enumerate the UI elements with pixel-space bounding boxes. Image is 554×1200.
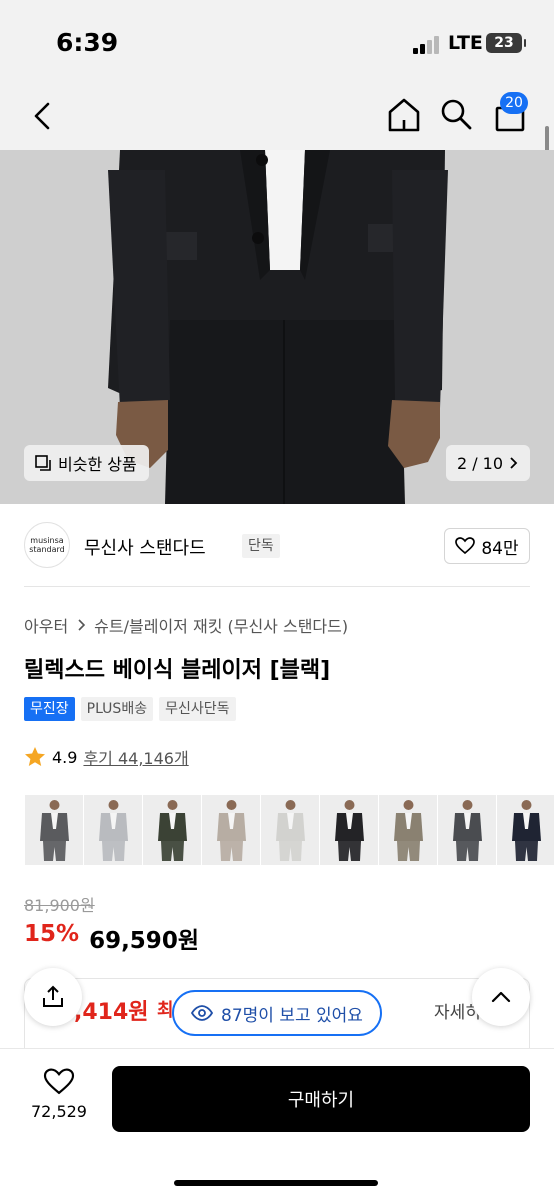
home-icon[interactable]: [384, 94, 424, 134]
similar-products-label: 비슷한 상품: [58, 455, 137, 474]
benefit-price-suffix: 최: [157, 1000, 174, 1021]
product-like-button[interactable]: 72,529: [26, 1068, 92, 1121]
color-option-thumb[interactable]: [378, 795, 438, 865]
sale-price: 69,590원: [89, 928, 199, 954]
brand-logo-line2: standard: [29, 545, 65, 554]
color-option-thumb[interactable]: [83, 795, 143, 865]
status-bar: 6:39 LTE 23: [0, 0, 554, 88]
benefit-price: ,414원: [74, 1000, 149, 1025]
color-option-thumb[interactable]: [24, 795, 84, 865]
copy-icon: [35, 455, 51, 471]
pager-label: 2 / 10: [456, 453, 504, 473]
divider: [24, 586, 530, 587]
breadcrumb-category[interactable]: 아우터: [24, 613, 68, 637]
breadcrumb: 아우터 슈트/블레이저 재킷 (무신사 스탠다드): [24, 613, 348, 637]
rating-row: 4.9 후기 44,146개: [24, 745, 189, 769]
original-price: 81,900원: [24, 896, 95, 915]
battery-icon: 23: [486, 33, 526, 53]
color-option-thumb[interactable]: [437, 795, 497, 865]
color-option-thumb[interactable]: [142, 795, 202, 865]
share-button[interactable]: [24, 968, 82, 1026]
home-indicator: [174, 1180, 378, 1186]
brand-like-count: 84만: [481, 538, 519, 559]
heart-icon: [455, 537, 476, 555]
chevron-left-icon[interactable]: [26, 96, 66, 136]
chevron-up-icon: [491, 991, 511, 1003]
share-icon: [43, 985, 63, 1007]
product-title: 릴렉스드 베이식 블레이저 [블랙]: [24, 658, 331, 683]
discount-rate: 15%: [24, 921, 80, 947]
image-pager[interactable]: 2 / 10: [446, 445, 530, 481]
viewers-pill: 87명이 보고 있어요: [172, 990, 382, 1036]
color-option-thumb[interactable]: [319, 795, 379, 865]
product-like-count: 72,529: [31, 1102, 87, 1121]
breadcrumb-subcategory[interactable]: 슈트/블레이저 재킷 (무신사 스탠다드): [94, 613, 348, 637]
brand-logo[interactable]: musinsa standard: [24, 522, 70, 568]
cart-count-badge: 20: [500, 92, 528, 114]
heart-icon: [43, 1068, 75, 1095]
brand-exclusive-tag: 단독: [242, 534, 280, 558]
chevron-right-icon: [510, 457, 518, 469]
buy-button[interactable]: 구매하기: [112, 1066, 530, 1132]
scroll-top-button[interactable]: [472, 968, 530, 1026]
tag-musinsa-exclusive: 무신사단독: [159, 697, 236, 721]
price-row: 15% 69,590원: [24, 921, 199, 955]
brand-name[interactable]: 무신사 스탠다드: [84, 534, 206, 560]
search-icon[interactable]: [436, 94, 476, 134]
status-time: 6:39: [56, 28, 119, 57]
brand-logo-line1: musinsa: [30, 536, 64, 545]
color-option-thumb[interactable]: [201, 795, 261, 865]
top-nav: 20: [0, 88, 554, 150]
network-label: LTE: [448, 32, 483, 54]
star-icon: [25, 747, 45, 766]
similar-products-button[interactable]: 비슷한 상품: [24, 445, 149, 481]
color-option-thumb[interactable]: [496, 795, 554, 865]
review-link[interactable]: 후기 44,146개: [83, 745, 188, 769]
tag-mujinjang: 무진장: [24, 697, 75, 721]
chevron-right-icon: [78, 619, 86, 631]
rating-score: 4.9: [52, 747, 78, 767]
brand-row: musinsa standard 무신사 스탠다드 단독 84만: [24, 522, 530, 570]
color-option-thumb[interactable]: [260, 795, 320, 865]
brand-like-button[interactable]: 84만: [444, 528, 530, 564]
signal-icon: [413, 36, 441, 54]
viewers-label: 87명이 보고 있어요: [221, 1005, 363, 1026]
eye-icon: [191, 1005, 214, 1021]
tag-plus-delivery: PLUS배송: [80, 697, 154, 721]
product-tags: 무진장 PLUS배송 무신사단독: [24, 697, 236, 721]
color-options: [24, 795, 554, 865]
